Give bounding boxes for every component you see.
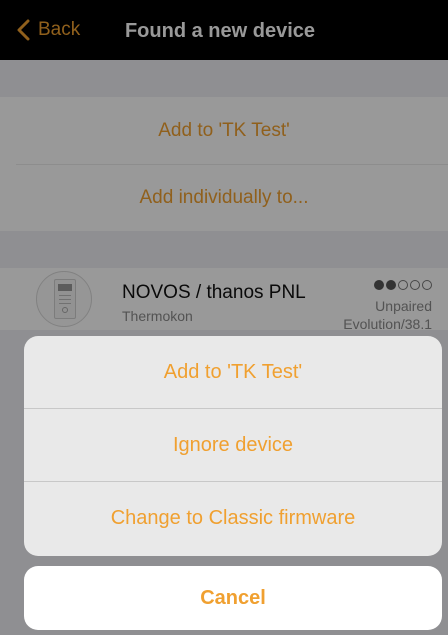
ignore-device-button[interactable]: Ignore device (24, 409, 442, 481)
change-firmware-button[interactable]: Change to Classic firmware (24, 482, 442, 554)
sheet-add-to-group-button[interactable]: Add to 'TK Test' (24, 336, 442, 408)
action-sheet: Add to 'TK Test' Ignore device Change to… (24, 336, 442, 556)
cancel-button[interactable]: Cancel (24, 566, 442, 630)
